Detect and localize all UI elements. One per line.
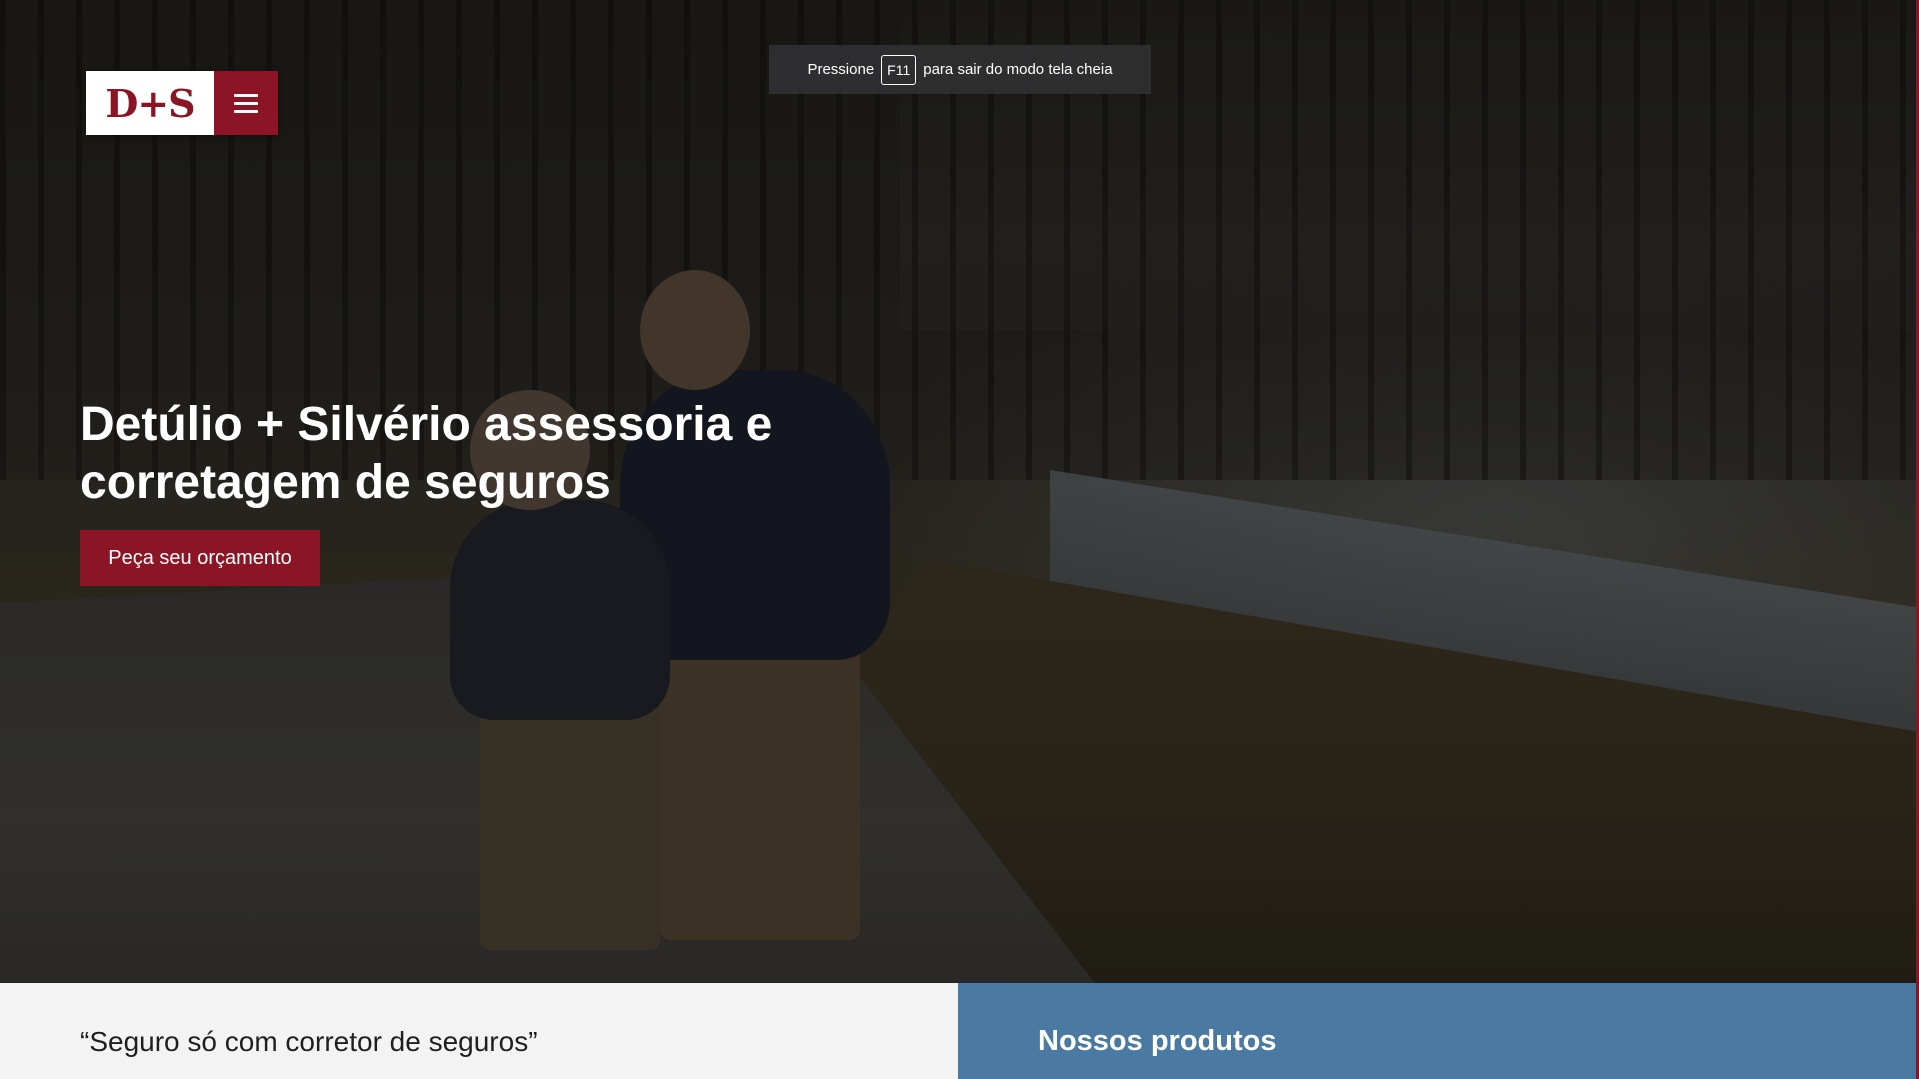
menu-button[interactable] — [214, 71, 278, 135]
fullscreen-notice-prefix: Pressione — [807, 61, 875, 78]
hamburger-menu-icon-line — [234, 101, 258, 105]
hamburger-menu-icon-line — [234, 109, 258, 113]
fullscreen-notice: Pressione F11 para sair do modo tela che… — [769, 45, 1151, 94]
hero-title-line2: corretagem de seguros — [80, 456, 611, 509]
products-title: Nossos produtos — [1038, 1025, 1277, 1057]
hamburger-menu-icon — [234, 93, 258, 97]
brand-logo[interactable]: D+S — [86, 71, 214, 135]
hero-title-line1: Detúlio + Silvério assessoria e — [80, 398, 773, 451]
request-quote-button[interactable]: Peça seu orçamento — [80, 530, 320, 586]
site-header: D+S — [86, 71, 278, 135]
hero-title: Detúlio + Silvério assessoria e corretag… — [80, 396, 840, 512]
quote-text: “Seguro só com corretor de seguros” — [80, 1026, 538, 1057]
fullscreen-notice-suffix: para sair do modo tela cheia — [923, 61, 1113, 78]
f11-key-badge: F11 — [881, 54, 917, 85]
